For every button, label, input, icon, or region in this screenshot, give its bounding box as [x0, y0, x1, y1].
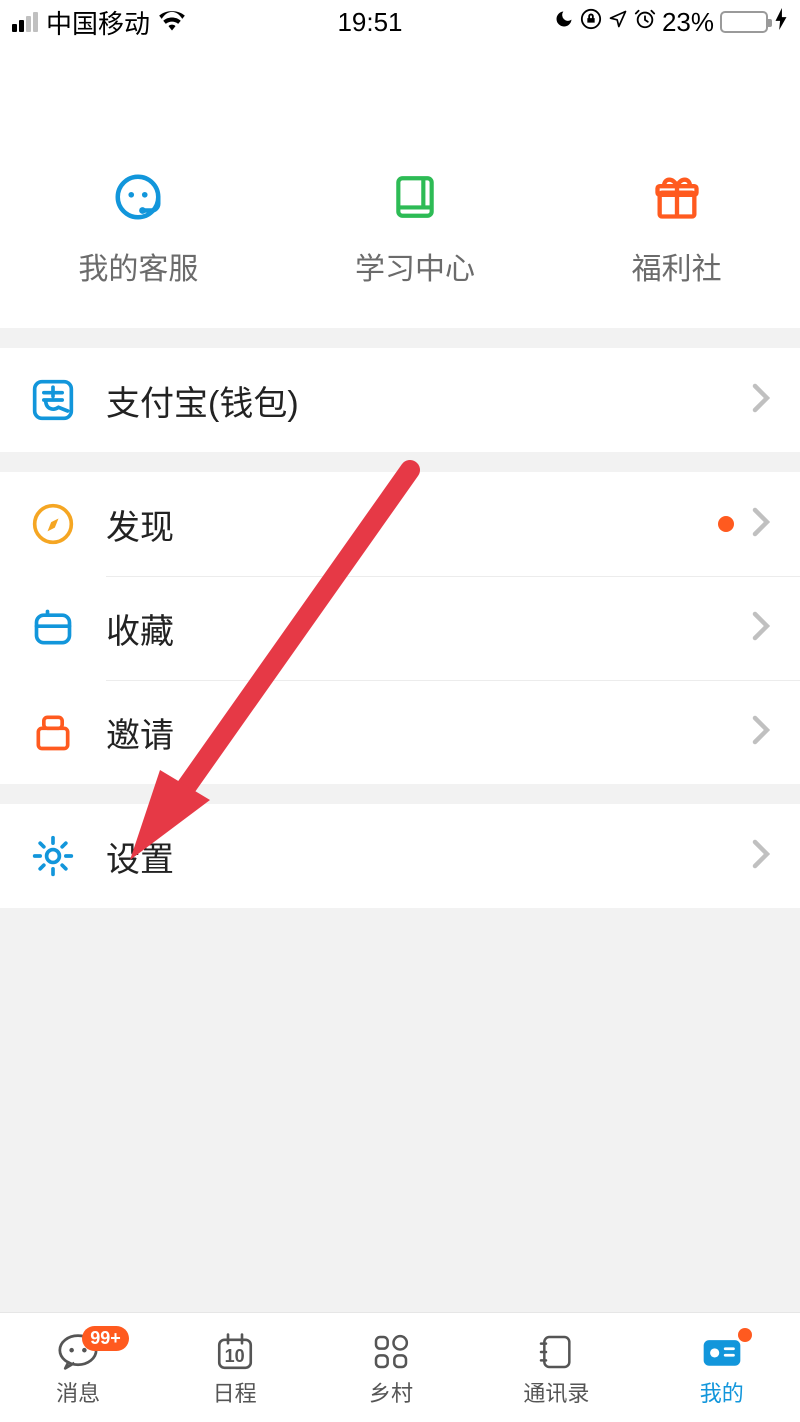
row-favorites[interactable]: 收藏	[0, 576, 800, 680]
chevron-right-icon	[752, 715, 770, 750]
row-label: 邀请	[106, 708, 752, 757]
lock-rotation-icon	[580, 8, 602, 36]
badge: 99+	[82, 1326, 129, 1351]
shortcut-benefits[interactable]: 福利社	[632, 170, 722, 288]
location-icon	[608, 9, 628, 35]
notification-dot	[718, 516, 734, 532]
section-payment: 支付宝(钱包)	[0, 348, 800, 452]
grid-icon	[367, 1332, 415, 1372]
folder-icon	[30, 605, 76, 651]
shortcut-label: 学习中心	[355, 244, 475, 288]
row-invite[interactable]: 邀请	[0, 680, 800, 784]
row-label: 收藏	[106, 604, 752, 653]
shortcut-label: 福利社	[632, 244, 722, 288]
battery-icon	[720, 11, 768, 33]
tab-label: 通讯录	[523, 1376, 589, 1408]
battery-pct-label: 23%	[662, 7, 714, 38]
charging-icon	[774, 8, 788, 36]
header-blank	[0, 44, 800, 134]
chevron-right-icon	[752, 383, 770, 418]
shortcut-learning-center[interactable]: 学习中心	[355, 170, 475, 288]
headset-icon	[108, 170, 168, 224]
row-label: 支付宝(钱包)	[106, 376, 752, 425]
row-settings[interactable]: 设置	[0, 804, 800, 908]
notification-dot	[738, 1328, 752, 1342]
book-icon	[385, 170, 445, 224]
gear-icon	[30, 833, 76, 879]
row-label: 发现	[106, 500, 718, 549]
signal-icon	[12, 12, 38, 32]
tab-label: 乡村	[369, 1376, 413, 1408]
status-bar: 中国移动 19:51 23%	[0, 0, 800, 44]
shortcut-customer-service[interactable]: 我的客服	[78, 170, 198, 288]
chevron-right-icon	[752, 507, 770, 542]
tab-village[interactable]: 乡村	[367, 1332, 415, 1408]
calendar-icon: 10	[211, 1332, 259, 1372]
tab-mine[interactable]: 我的	[698, 1332, 746, 1408]
carrier-label: 中国移动	[46, 4, 150, 41]
box-icon	[30, 709, 76, 755]
row-alipay[interactable]: 支付宝(钱包)	[0, 348, 800, 452]
tab-label: 日程	[213, 1376, 257, 1408]
tab-label: 消息	[56, 1376, 100, 1408]
tab-schedule[interactable]: 10 日程	[211, 1332, 259, 1408]
alarm-icon	[634, 8, 656, 36]
gift-icon	[647, 170, 707, 224]
row-label: 设置	[106, 832, 752, 881]
contacts-icon	[532, 1332, 580, 1372]
shortcut-label: 我的客服	[78, 244, 198, 288]
compass-icon	[30, 501, 76, 547]
section-discover: 发现 收藏 邀请	[0, 472, 800, 784]
wifi-icon	[158, 7, 186, 38]
calendar-day: 10	[211, 1346, 259, 1367]
alipay-icon	[30, 377, 76, 423]
section-settings: 设置	[0, 804, 800, 908]
shortcut-row: 我的客服 学习中心 福利社	[0, 134, 800, 328]
chevron-right-icon	[752, 839, 770, 874]
profile-icon	[698, 1332, 746, 1372]
tabbar: 99+ 消息 10 日程 乡村 通讯录 我的	[0, 1312, 800, 1422]
tab-messages[interactable]: 99+ 消息	[54, 1332, 102, 1408]
clock-label: 19:51	[186, 7, 554, 38]
chevron-right-icon	[752, 611, 770, 646]
moon-icon	[554, 9, 574, 35]
tab-label: 我的	[700, 1376, 744, 1408]
tab-contacts[interactable]: 通讯录	[523, 1332, 589, 1408]
row-discover[interactable]: 发现	[0, 472, 800, 576]
